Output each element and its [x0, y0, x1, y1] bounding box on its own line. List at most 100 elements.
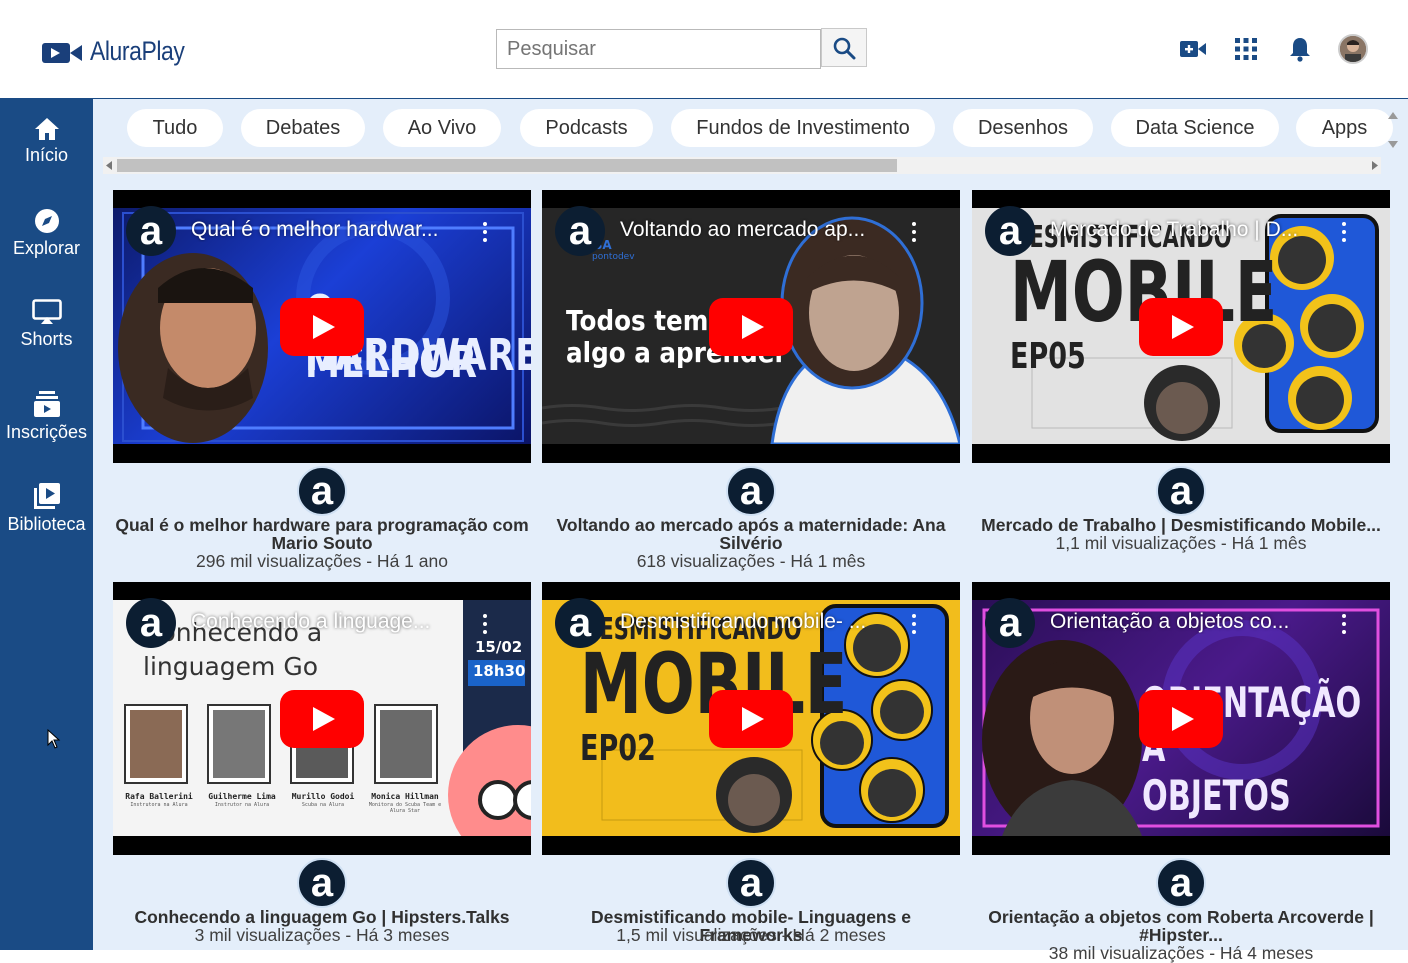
play-button-icon[interactable]: [280, 298, 364, 356]
chips-scrollbar[interactable]: [103, 157, 1381, 174]
channel-badge[interactable]: a: [555, 206, 605, 256]
user-avatar[interactable]: [1338, 34, 1368, 64]
video-thumbnail[interactable]: SCUBA pontodev Todos tem algo a aprender…: [542, 190, 960, 463]
channel-badge[interactable]: a: [985, 598, 1035, 648]
video-thumbnail[interactable]: ORIENTAÇÃO A OBJETOS a Orientação a obje…: [972, 582, 1390, 855]
play-button-icon[interactable]: [709, 298, 793, 356]
more-options-icon[interactable]: [481, 612, 489, 636]
overlay-title[interactable]: Conhecendo a linguage...: [191, 610, 481, 634]
video-title-line: #Hipster...: [1139, 925, 1223, 945]
overlay-title[interactable]: Desmistificando mobile- ...: [620, 610, 910, 634]
logo[interactable]: AluraPlay: [42, 36, 201, 67]
chip-debates[interactable]: Debates: [241, 109, 365, 147]
logo-text: AluraPlay: [90, 36, 185, 66]
sidebar: Início Explorar Shorts Inscrições Biblio…: [0, 99, 93, 950]
video-title-line: Voltando ao mercado após a maternidade: …: [556, 515, 946, 535]
person-role: Instrutora na Alura: [130, 802, 188, 808]
thumb-text: linguagem Go: [143, 652, 318, 681]
video-title[interactable]: Conhecendo a linguagem Go | Hipsters.Tal…: [113, 908, 531, 926]
play-button-icon[interactable]: [280, 690, 364, 748]
bell-icon[interactable]: [1287, 36, 1313, 62]
channel-badge[interactable]: a: [126, 206, 176, 256]
thumb-small-text: pontodev: [592, 252, 635, 262]
person-name: Monica Hillman: [371, 792, 439, 801]
channel-avatar[interactable]: a: [726, 466, 776, 516]
chip-fundos-de-investimento[interactable]: Fundos de Investimento: [671, 109, 935, 147]
play-button-icon[interactable]: [1139, 298, 1223, 356]
chip-ao-vivo[interactable]: Ao Vivo: [383, 109, 501, 147]
compass-icon: [34, 209, 59, 233]
overlay-title[interactable]: Orientação a objetos co...: [1050, 610, 1340, 634]
channel-avatar[interactable]: a: [726, 858, 776, 908]
video-meta: 1,5 mil visualizações - Há 2 meses: [616, 925, 886, 945]
scrollbar-thumb[interactable]: [117, 159, 897, 172]
play-button-icon[interactable]: [1139, 690, 1223, 748]
sidebar-item-inicio[interactable]: Início: [0, 117, 93, 166]
channel-badge[interactable]: a: [555, 598, 605, 648]
mouse-cursor-icon: [47, 729, 61, 749]
more-options-icon[interactable]: [910, 220, 918, 244]
video-meta: 1,1 mil visualizações - Há 1 mês: [1055, 533, 1307, 553]
chip-desenhos[interactable]: Desenhos: [953, 109, 1093, 147]
overlay-title[interactable]: Voltando ao mercado ap...: [620, 218, 910, 242]
thumb-text: EP02: [580, 728, 656, 769]
sidebar-item-label: Início: [24, 145, 69, 165]
person-role: Instrutor na Alura: [214, 802, 270, 808]
overlay-title[interactable]: Qual é o melhor hardwar...: [191, 218, 481, 242]
more-options-icon[interactable]: [481, 220, 489, 244]
chip-podcasts[interactable]: Podcasts: [520, 109, 653, 147]
video-meta: 618 visualizações - Há 1 mês: [636, 551, 866, 571]
video-title[interactable]: Voltando ao mercado após a maternidade: …: [542, 516, 960, 552]
search-button[interactable]: [821, 28, 867, 67]
search-icon: [833, 37, 856, 59]
chip-apps[interactable]: Apps: [1296, 109, 1393, 147]
chip-tudo[interactable]: Tudo: [127, 109, 223, 147]
chip-data-science[interactable]: Data Science: [1111, 109, 1279, 147]
person-name: Rafa Ballerini: [125, 792, 193, 801]
sidebar-item-inscricoes[interactable]: Inscrições: [0, 390, 93, 443]
top-header: AluraPlay: [0, 0, 1408, 99]
scroll-up-arrow-icon[interactable]: [1386, 109, 1400, 123]
search-input[interactable]: [496, 29, 821, 69]
more-options-icon[interactable]: [910, 612, 918, 636]
channel-avatar[interactable]: a: [297, 466, 347, 516]
more-options-icon[interactable]: [1340, 220, 1348, 244]
video-title[interactable]: Qual é o melhor hardware para programaçã…: [113, 516, 531, 552]
overlay-title[interactable]: Mercado de Trabalho | D...: [1050, 218, 1340, 242]
thumb-text: EP05: [1010, 336, 1086, 377]
channel-avatar[interactable]: a: [1156, 858, 1206, 908]
video-thumbnail[interactable]: Conhecendo a linguagem Go 15/02 18h30 Ra…: [113, 582, 531, 855]
scroll-right-arrow-icon[interactable]: [1370, 161, 1378, 170]
channel-badge[interactable]: a: [985, 206, 1035, 256]
person-role: Scuba na Alura: [301, 802, 345, 808]
video-thumbnail[interactable]: DESMISTIFICANDO MOBILE EP02 a Desmistifi…: [542, 582, 960, 855]
video-title[interactable]: Mercado de Trabalho | Desmistificando Mo…: [972, 516, 1390, 534]
apps-grid-icon[interactable]: [1233, 36, 1259, 62]
more-options-icon[interactable]: [1340, 612, 1348, 636]
thumb-date: 15/02: [475, 638, 523, 656]
video-thumbnail[interactable]: DESMISTIFICANDO MOBILE EP05 a Mercado de…: [972, 190, 1390, 463]
person-name: Murillo Godoi: [291, 792, 355, 801]
scroll-down-arrow-icon[interactable]: [1386, 137, 1400, 151]
sidebar-item-shorts[interactable]: Shorts: [0, 299, 93, 350]
video-title-line: Orientação a objetos com Roberta Arcover…: [988, 907, 1374, 927]
sidebar-item-label: Inscrições: [5, 422, 88, 442]
sidebar-item-biblioteca[interactable]: Biblioteca: [0, 482, 93, 535]
video-title-line: Qual é o melhor hardware para programaçã…: [115, 515, 529, 535]
channel-avatar[interactable]: a: [297, 858, 347, 908]
subscriptions-icon: [33, 391, 60, 417]
video-add-icon[interactable]: [1180, 36, 1206, 62]
thumb-time: 18h30: [473, 662, 526, 680]
video-title[interactable]: Orientação a objetos com Roberta Arcover…: [972, 908, 1390, 944]
channel-avatar[interactable]: a: [1156, 466, 1206, 516]
shorts-icon: [31, 299, 62, 324]
scroll-left-arrow-icon[interactable]: [106, 161, 114, 170]
person-role: Monitora do Scuba Team e Alura Star: [368, 802, 442, 814]
play-button-icon[interactable]: [709, 690, 793, 748]
channel-badge[interactable]: a: [126, 598, 176, 648]
library-icon: [33, 483, 60, 509]
sidebar-item-explorar[interactable]: Explorar: [0, 208, 93, 259]
video-meta: 3 mil visualizações - Há 3 meses: [194, 925, 450, 945]
main-content: Tudo Debates Ao Vivo Podcasts Fundos de …: [93, 99, 1408, 962]
video-thumbnail[interactable]: O MELHOR HARDWARE a Qual é o melhor hard…: [113, 190, 531, 463]
